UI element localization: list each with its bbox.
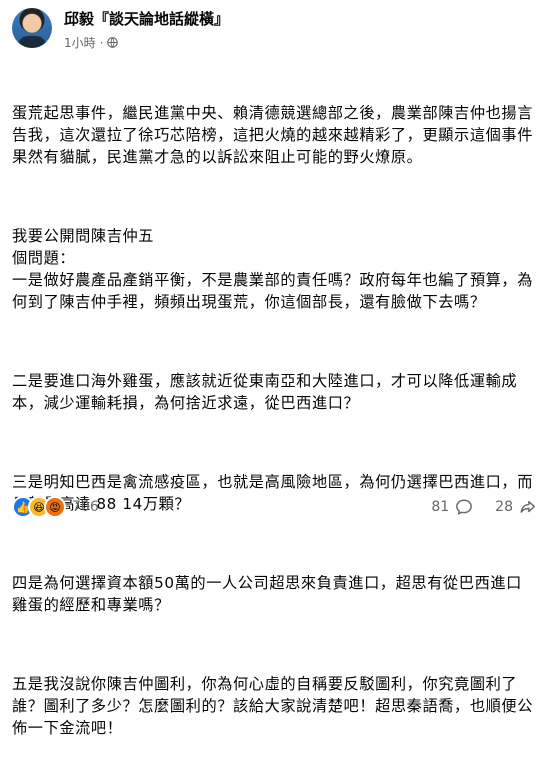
- post-footer: 👍 😆 😡 706 81 28: [12, 496, 537, 518]
- paragraph-6: 五是我沒說你陳吉仲圖利，你為何心虛的自稱要反駁圖利，你究竟圖利了誰？圖利了多少？…: [12, 675, 533, 737]
- share-icon[interactable]: [519, 498, 537, 516]
- paragraph-3: 二是要進口海外雞蛋，應該就近從東南亞和大陸進口，才可以降低運輸成本，減少運輸耗損…: [12, 372, 518, 412]
- avatar[interactable]: [12, 8, 52, 48]
- paragraph-2: 我要公開問陳吉仲五 個問題： 一是做好農產品產銷平衡，不是農業部的責任嗎？政府每…: [12, 227, 533, 311]
- paragraph-5: 四是為何選擇資本額50萬的一人公司超思來負責進口，超思有從巴西進口雞蛋的經歷和專…: [12, 574, 522, 614]
- globe-icon: [107, 37, 119, 48]
- page-name[interactable]: 邱毅『談天論地話縱橫』: [64, 8, 229, 29]
- reaction-count: 706: [72, 499, 99, 515]
- comment-count[interactable]: 81: [431, 499, 449, 515]
- engagement-stats: 81 28: [431, 498, 537, 516]
- reaction-summary[interactable]: 👍 😆 😡 706: [12, 496, 99, 518]
- paragraph-1: 蛋荒起思事件，繼民進黨中央、賴清德競選總部之後，農業部陳吉仲也揚言告我，這次還拉…: [12, 104, 533, 166]
- post-time[interactable]: 1小時: [64, 34, 96, 51]
- post-meta: 1小時 ·: [64, 34, 119, 51]
- post-header: 邱毅『談天論地話縱橫』 1小時 ·: [12, 8, 537, 58]
- angry-reaction-icon: 😡: [44, 496, 66, 518]
- post-body: 蛋荒起思事件，繼民進黨中央、賴清德競選總部之後，農業部陳吉仲也揚言告我，這次還拉…: [12, 58, 537, 774]
- comment-icon[interactable]: [455, 498, 473, 516]
- share-count[interactable]: 28: [495, 499, 513, 515]
